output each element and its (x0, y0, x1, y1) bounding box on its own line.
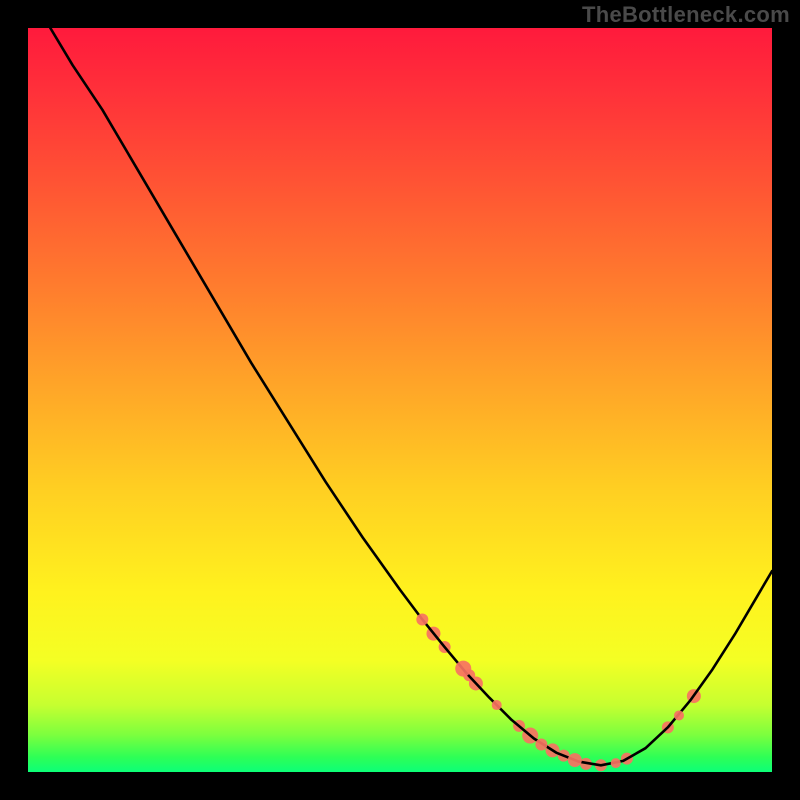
data-marker (416, 613, 428, 625)
data-marker (535, 738, 547, 750)
data-marker (611, 758, 621, 768)
data-marker (568, 753, 582, 767)
chart-frame: TheBottleneck.com (0, 0, 800, 800)
bottleneck-curve (50, 28, 772, 765)
watermark-text: TheBottleneck.com (582, 2, 790, 28)
data-marker (455, 661, 471, 677)
plot-area (28, 28, 772, 772)
data-marker (674, 710, 684, 720)
chart-svg (28, 28, 772, 772)
data-marker (492, 700, 502, 710)
